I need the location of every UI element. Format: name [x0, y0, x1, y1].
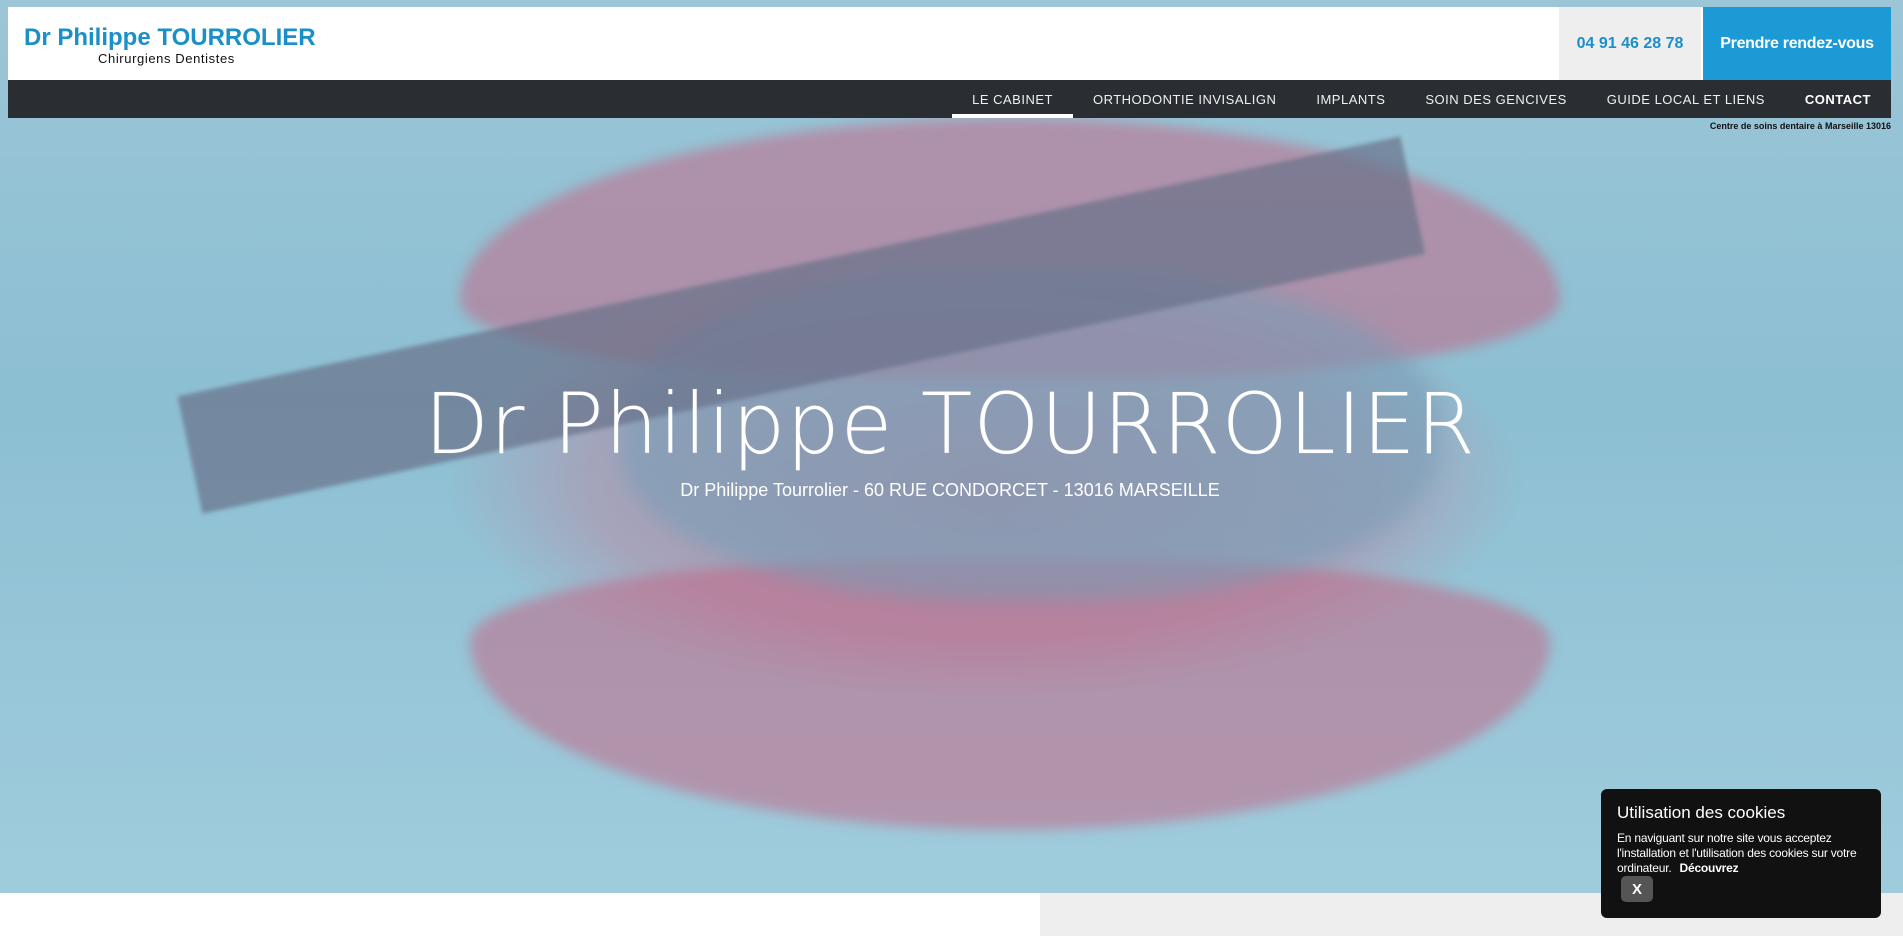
nav-item-le-cabinet[interactable]: LE CABINET	[952, 80, 1073, 118]
appointment-button[interactable]: Prendre rendez-vous	[1703, 7, 1891, 80]
brand-tagline: Chirurgiens Dentistes	[98, 51, 235, 66]
site-subtitle: Centre de soins dentaire à Marseille 130…	[1709, 121, 1891, 131]
site-header: Dr Philippe TOURROLIER Chirurgiens Denti…	[8, 7, 1891, 80]
cookie-discover-link[interactable]: Découvrez	[1680, 861, 1739, 875]
nav-item-contact[interactable]: CONTACT	[1785, 80, 1891, 118]
phone-number[interactable]: 04 91 46 28 78	[1559, 7, 1701, 80]
nav-item-soin-des-gencives[interactable]: SOIN DES GENCIVES	[1405, 80, 1586, 118]
nav-item-orthodontie-invisalign[interactable]: ORTHODONTIE INVISALIGN	[1073, 80, 1296, 118]
cookie-text-block: En naviguant sur notre site vous accepte…	[1617, 831, 1865, 876]
cookie-banner: Utilisation des cookies En naviguant sur…	[1601, 789, 1881, 918]
hero-address: Dr Philippe Tourrolier - 60 RUE CONDORCE…	[680, 480, 1220, 500]
content-area-left	[0, 893, 1040, 936]
brand-name[interactable]: Dr Philippe TOURROLIER	[24, 24, 316, 52]
main-nav: LE CABINET ORTHODONTIE INVISALIGN IMPLAN…	[8, 80, 1891, 118]
hero-title: Dr Philippe TOURROLIER	[424, 375, 1476, 473]
nav-item-implants[interactable]: IMPLANTS	[1296, 80, 1405, 118]
nav-list: LE CABINET ORTHODONTIE INVISALIGN IMPLAN…	[952, 80, 1891, 118]
cookie-close-button[interactable]: X	[1621, 876, 1653, 902]
cookie-title: Utilisation des cookies	[1617, 803, 1786, 822]
nav-item-guide-local[interactable]: GUIDE LOCAL ET LIENS	[1587, 80, 1785, 118]
